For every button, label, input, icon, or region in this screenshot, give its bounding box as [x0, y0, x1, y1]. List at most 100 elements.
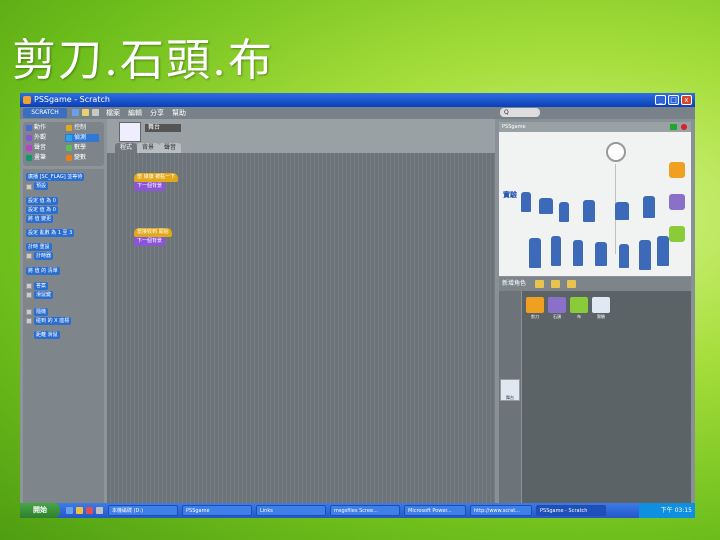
- palette-block[interactable]: 設定 值 為 0: [26, 197, 58, 205]
- sprite-thumbnail: [592, 297, 610, 313]
- palette-checkbox[interactable]: [26, 184, 32, 190]
- palette-checkbox[interactable]: [26, 253, 32, 259]
- stop-icon[interactable]: [681, 124, 687, 130]
- hand-image: [615, 202, 629, 220]
- desktop-icon[interactable]: [96, 507, 103, 514]
- script-block[interactable]: 下一個背景: [134, 237, 166, 246]
- scripts-area[interactable]: 當 綠旗 被點一下 下一個背景 當接收到 開始 下一個背景: [107, 153, 495, 518]
- media-icon[interactable]: [86, 507, 93, 514]
- palette-block[interactable]: 計時器: [34, 252, 54, 260]
- palette-block[interactable]: 廣播 [SC_FLAG] 並等待: [26, 173, 85, 181]
- paper-hand-icon[interactable]: [669, 226, 685, 242]
- sprite-experiment[interactable]: 實驗: [592, 297, 610, 319]
- green-flag-icon[interactable]: [670, 124, 677, 130]
- new-sprite-bar: 新增角色: [499, 277, 691, 291]
- category-sound[interactable]: 聲音: [25, 144, 59, 152]
- save-icon[interactable]: [82, 109, 89, 116]
- taskbar-item[interactable]: msgsfiles Scree...: [330, 505, 400, 516]
- hand-image: [573, 240, 583, 266]
- scratch-app-icon: [23, 96, 31, 104]
- windows-taskbar: 開始 本機磁碟 (D:) PSSgame Links msgsfiles Scr…: [20, 503, 695, 518]
- sprite-paper[interactable]: 布: [570, 297, 588, 319]
- tab-scripts[interactable]: 程式: [115, 143, 138, 153]
- category-pen[interactable]: 畫筆: [25, 154, 59, 162]
- menubar: SCRATCH 檔案 編輯 分享 幫助 Q: [20, 107, 695, 119]
- category-operators[interactable]: 數學: [65, 144, 99, 152]
- hand-image: [619, 244, 629, 268]
- palette-checkbox[interactable]: [26, 292, 32, 298]
- random-sprite-icon[interactable]: [567, 280, 576, 288]
- taskbar-item[interactable]: Microsoft Power...: [404, 505, 466, 516]
- palette-block[interactable]: 距離 滑鼠: [34, 331, 60, 339]
- palette-block[interactable]: 設定 亂數 為 1 至 3: [26, 229, 75, 237]
- search-icon[interactable]: Q: [500, 108, 540, 117]
- sprite-name-field[interactable]: 舞台: [145, 124, 181, 132]
- taskbar-item[interactable]: Links: [256, 505, 326, 516]
- taskbar-item[interactable]: 本機磁碟 (D:): [108, 505, 178, 516]
- script-hat-block[interactable]: 當接收到 開始: [134, 228, 172, 237]
- menu-edit[interactable]: 編輯: [128, 108, 142, 118]
- palette-checkbox[interactable]: [26, 318, 32, 324]
- minimize-button[interactable]: _: [655, 95, 666, 105]
- sprite-rock[interactable]: 石頭: [548, 297, 566, 319]
- palette-checkbox[interactable]: [26, 283, 32, 289]
- palette-block[interactable]: 滑鼠鍵: [34, 291, 54, 299]
- start-button[interactable]: 開始: [20, 503, 60, 518]
- folder-icon[interactable]: [76, 507, 83, 514]
- tab-sounds[interactable]: 聲音: [159, 143, 182, 153]
- category-swatch: [26, 135, 32, 141]
- category-control[interactable]: 控制: [65, 124, 99, 132]
- block-palette: 廣播 [SC_FLAG] 並等待 預設 設定 值 為 0 設定 值 為 0 將 …: [23, 169, 104, 515]
- window-title: PSSgame - Scratch: [34, 95, 110, 104]
- palette-checkbox[interactable]: [26, 309, 32, 315]
- category-swatch: [66, 155, 72, 161]
- stage-thumbnail[interactable]: 舞台: [500, 379, 520, 401]
- category-swatch: [26, 155, 32, 161]
- choose-sprite-icon[interactable]: [551, 280, 560, 288]
- tab-backgrounds[interactable]: 背景: [137, 143, 160, 153]
- rock-hand-icon[interactable]: [669, 194, 685, 210]
- taskbar-item-active[interactable]: PSSgame - Scratch: [536, 505, 606, 516]
- stage-header: PSSgame: [499, 122, 691, 132]
- scissors-hand-icon[interactable]: [669, 162, 685, 178]
- palette-block[interactable]: 隨機: [34, 308, 49, 316]
- sprite-thumbnail: [570, 297, 588, 313]
- palette-block[interactable]: 預設: [34, 182, 49, 190]
- script-block[interactable]: 下一個背景: [134, 182, 166, 191]
- ie-icon[interactable]: [66, 507, 73, 514]
- menu-file[interactable]: 檔案: [106, 108, 120, 118]
- close-button[interactable]: x: [681, 95, 692, 105]
- taskbar-item[interactable]: http://www.scrat...: [470, 505, 532, 516]
- stage-canvas[interactable]: 實驗: [499, 132, 691, 276]
- globe-icon[interactable]: [72, 109, 79, 116]
- paint-sprite-icon[interactable]: [535, 280, 544, 288]
- stage-thumbnail-column: 舞台: [499, 291, 521, 513]
- category-looks[interactable]: 外觀: [25, 134, 59, 142]
- stage-pane: PSSgame 實驗 新增角色 舞台 剪刀 石頭 布 實驗: [495, 119, 695, 518]
- category-motion[interactable]: 動作: [25, 124, 59, 132]
- palette-block[interactable]: 答案: [34, 282, 49, 290]
- category-swatch: [26, 125, 32, 131]
- category-sensing[interactable]: 偵測: [65, 134, 99, 142]
- palette-block[interactable]: 將 值 的 清單: [26, 267, 60, 275]
- hand-image: [559, 202, 569, 222]
- scratch-window: PSSgame - Scratch _ □ x SCRATCH 檔案 編輯 分享…: [20, 93, 695, 518]
- category-swatch: [66, 135, 72, 141]
- menu-help[interactable]: 幫助: [172, 108, 186, 118]
- category-variables[interactable]: 變數: [65, 154, 99, 162]
- menu-share[interactable]: 分享: [150, 108, 164, 118]
- script-hat-block[interactable]: 當 綠旗 被點一下: [134, 173, 179, 182]
- window-titlebar[interactable]: PSSgame - Scratch _ □ x: [20, 93, 695, 107]
- taskbar-item[interactable]: PSSgame: [182, 505, 252, 516]
- hand-image: [529, 238, 541, 268]
- hand-image: [657, 236, 669, 266]
- palette-block[interactable]: 設定 值 為 0: [26, 206, 58, 214]
- palette-block[interactable]: 碰到 的 X 座標: [34, 317, 72, 325]
- maximize-button[interactable]: □: [668, 95, 679, 105]
- sprite-scissors[interactable]: 剪刀: [526, 297, 544, 319]
- palette-block[interactable]: 計時 重設: [26, 243, 52, 251]
- palette-block[interactable]: 將 值 變更: [26, 215, 54, 223]
- scratch-logo: SCRATCH: [23, 108, 67, 118]
- share-icon[interactable]: [92, 109, 99, 116]
- category-swatch: [66, 125, 72, 131]
